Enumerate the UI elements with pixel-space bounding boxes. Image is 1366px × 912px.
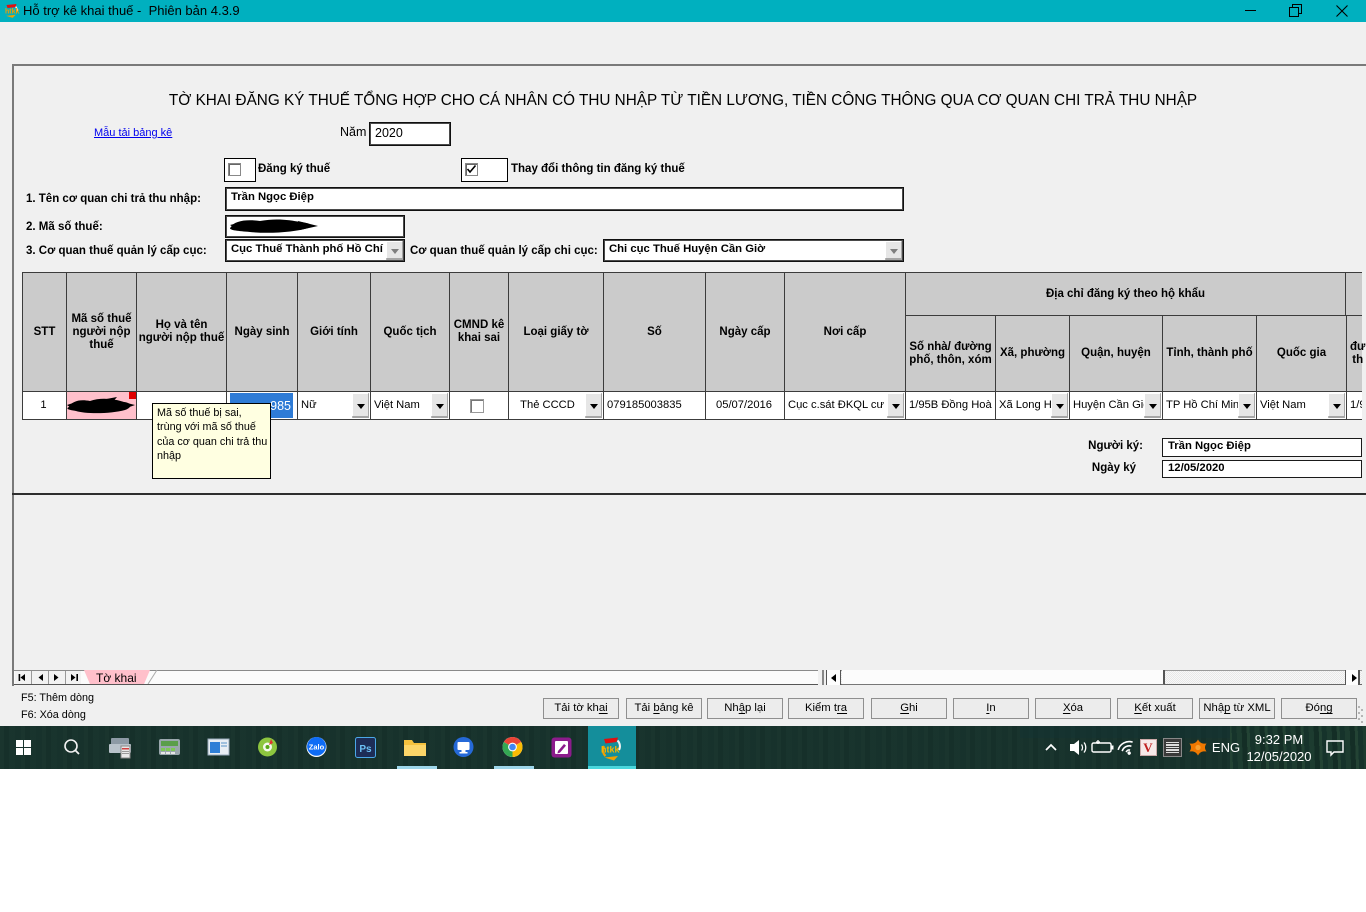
svg-text:htkk: htkk xyxy=(5,9,20,16)
svg-text:htkk: htkk xyxy=(601,745,621,755)
svg-text:Zalo: Zalo xyxy=(309,743,325,752)
svg-text:Ps: Ps xyxy=(359,744,372,755)
